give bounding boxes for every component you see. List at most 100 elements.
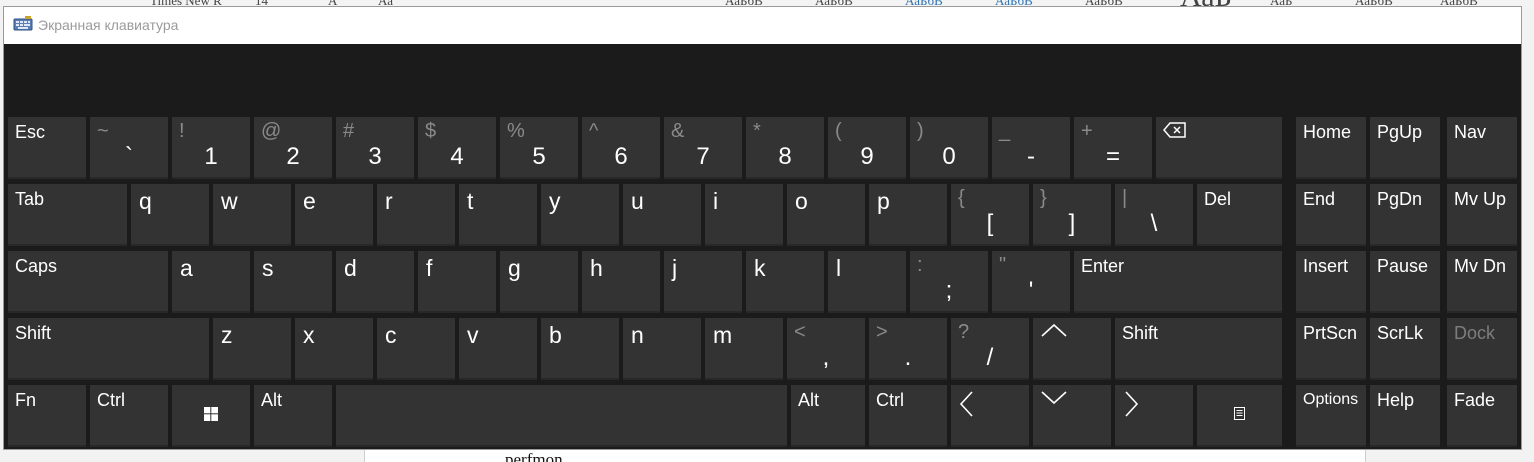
main-char: \ (1150, 210, 1158, 237)
key-nav[interactable]: Nav (1447, 117, 1517, 179)
key-slash[interactable]: ? / (951, 318, 1029, 380)
key-label: m (713, 322, 733, 348)
key-r[interactable]: r (377, 184, 455, 246)
shift-char: ) (917, 120, 924, 142)
main-char: ` (125, 143, 133, 170)
key-label: Ctrl (876, 390, 904, 410)
main-char: , (822, 344, 830, 371)
main-char: 2 (286, 143, 300, 170)
key-ctrl-right[interactable]: Ctrl (869, 385, 947, 447)
key-prtscn[interactable]: PrtScn (1296, 318, 1366, 380)
key-windows[interactable] (172, 385, 250, 447)
key-x[interactable]: x (295, 318, 373, 380)
key-right-bracket[interactable]: }] (1033, 184, 1111, 246)
key-p[interactable]: p (869, 184, 947, 246)
key-0[interactable]: ) 0 (910, 117, 988, 179)
key-5[interactable]: % 5 (500, 117, 578, 179)
key-del[interactable]: Del (1197, 184, 1282, 246)
key-1[interactable]: ! 1 (172, 117, 250, 179)
key-7[interactable]: & 7 (664, 117, 742, 179)
key-w[interactable]: w (213, 184, 291, 246)
key-enter[interactable]: Enter (1074, 251, 1282, 313)
key-left-bracket[interactable]: {[ (951, 184, 1029, 246)
key-z[interactable]: z (213, 318, 291, 380)
key-y[interactable]: y (541, 184, 619, 246)
key-quote[interactable]: " ' (992, 251, 1070, 313)
key-arrow-left[interactable] (951, 385, 1029, 447)
key-l[interactable]: l (828, 251, 906, 313)
key-label: Mv Dn (1454, 256, 1507, 276)
key-fn[interactable]: Fn (8, 385, 86, 447)
key-k[interactable]: k (746, 251, 824, 313)
key-4[interactable]: $4 (418, 117, 496, 179)
key-c[interactable]: c (377, 318, 455, 380)
key-9[interactable]: (9 (828, 117, 906, 179)
key-label: Shift (15, 323, 52, 343)
key-a[interactable]: a (172, 251, 250, 313)
key-minus[interactable]: _ - (992, 117, 1070, 179)
title-bar[interactable]: Экранная клавиатура (4, 7, 1521, 44)
key-arrow-right[interactable] (1115, 385, 1193, 447)
key-mv-dn[interactable]: Mv Dn (1447, 251, 1517, 313)
key-context-menu[interactable] (1197, 385, 1282, 447)
key-m[interactable]: m (705, 318, 783, 380)
shift-char: } (1040, 187, 1047, 209)
key-h[interactable]: h (582, 251, 660, 313)
key-semicolon[interactable]: :; (910, 251, 988, 313)
key-esc[interactable]: Esc (8, 117, 86, 179)
on-screen-keyboard-window: Экранная клавиатура Esc ~ ` ! 1 @2 #3 $4 %… (3, 6, 1522, 450)
key-u[interactable]: u (623, 184, 701, 246)
key-t[interactable]: t (459, 184, 537, 246)
key-backtick[interactable]: ~ ` (90, 117, 168, 179)
key-label: w (221, 188, 238, 214)
key-alt-left[interactable]: Alt (254, 385, 332, 447)
key-v[interactable]: v (459, 318, 537, 380)
key-end[interactable]: End (1296, 184, 1366, 246)
main-char: 9 (860, 143, 874, 170)
key-n[interactable]: n (623, 318, 701, 380)
key-options[interactable]: Options (1296, 385, 1366, 447)
key-space[interactable] (336, 385, 787, 447)
key-period[interactable]: >. (869, 318, 947, 380)
key-shift-left[interactable]: Shift (8, 318, 209, 380)
key-scrlk[interactable]: ScrLk (1370, 318, 1440, 380)
key-help[interactable]: Help (1370, 385, 1440, 447)
key-backslash[interactable]: | \ (1115, 184, 1193, 246)
key-2[interactable]: @2 (254, 117, 332, 179)
key-fade[interactable]: Fade (1447, 385, 1517, 447)
key-arrow-down[interactable] (1033, 385, 1111, 447)
key-dock[interactable]: Dock (1447, 318, 1517, 380)
key-g[interactable]: g (500, 251, 578, 313)
main-char: . (904, 344, 912, 371)
key-j[interactable]: j (664, 251, 742, 313)
key-b[interactable]: b (541, 318, 619, 380)
key-i[interactable]: i (705, 184, 783, 246)
key-f[interactable]: f (418, 251, 496, 313)
key-ctrl-left[interactable]: Ctrl (90, 385, 168, 447)
key-insert[interactable]: Insert (1296, 251, 1366, 313)
context-menu-icon (1234, 407, 1245, 420)
key-s[interactable]: s (254, 251, 332, 313)
key-comma[interactable]: <, (787, 318, 865, 380)
key-q[interactable]: q (131, 184, 209, 246)
key-home[interactable]: Home (1296, 117, 1366, 179)
key-arrow-up[interactable] (1033, 318, 1111, 380)
key-pgup[interactable]: PgUp (1370, 117, 1440, 179)
key-label: q (139, 188, 152, 214)
key-e[interactable]: e (295, 184, 373, 246)
key-d[interactable]: d (336, 251, 414, 313)
key-8[interactable]: * 8 (746, 117, 824, 179)
key-mv-up[interactable]: Mv Up (1447, 184, 1517, 246)
key-caps[interactable]: Caps (8, 251, 168, 313)
key-label: Dock (1454, 323, 1496, 343)
key-alt-right[interactable]: Alt (791, 385, 865, 447)
key-equals[interactable]: + = (1074, 117, 1152, 179)
key-pgdn[interactable]: PgDn (1370, 184, 1440, 246)
key-6[interactable]: ^ 6 (582, 117, 660, 179)
key-tab[interactable]: Tab (8, 184, 127, 246)
key-o[interactable]: o (787, 184, 865, 246)
key-shift-right[interactable]: Shift (1115, 318, 1282, 380)
key-3[interactable]: #3 (336, 117, 414, 179)
key-backspace[interactable] (1156, 117, 1282, 179)
key-pause[interactable]: Pause (1370, 251, 1440, 313)
